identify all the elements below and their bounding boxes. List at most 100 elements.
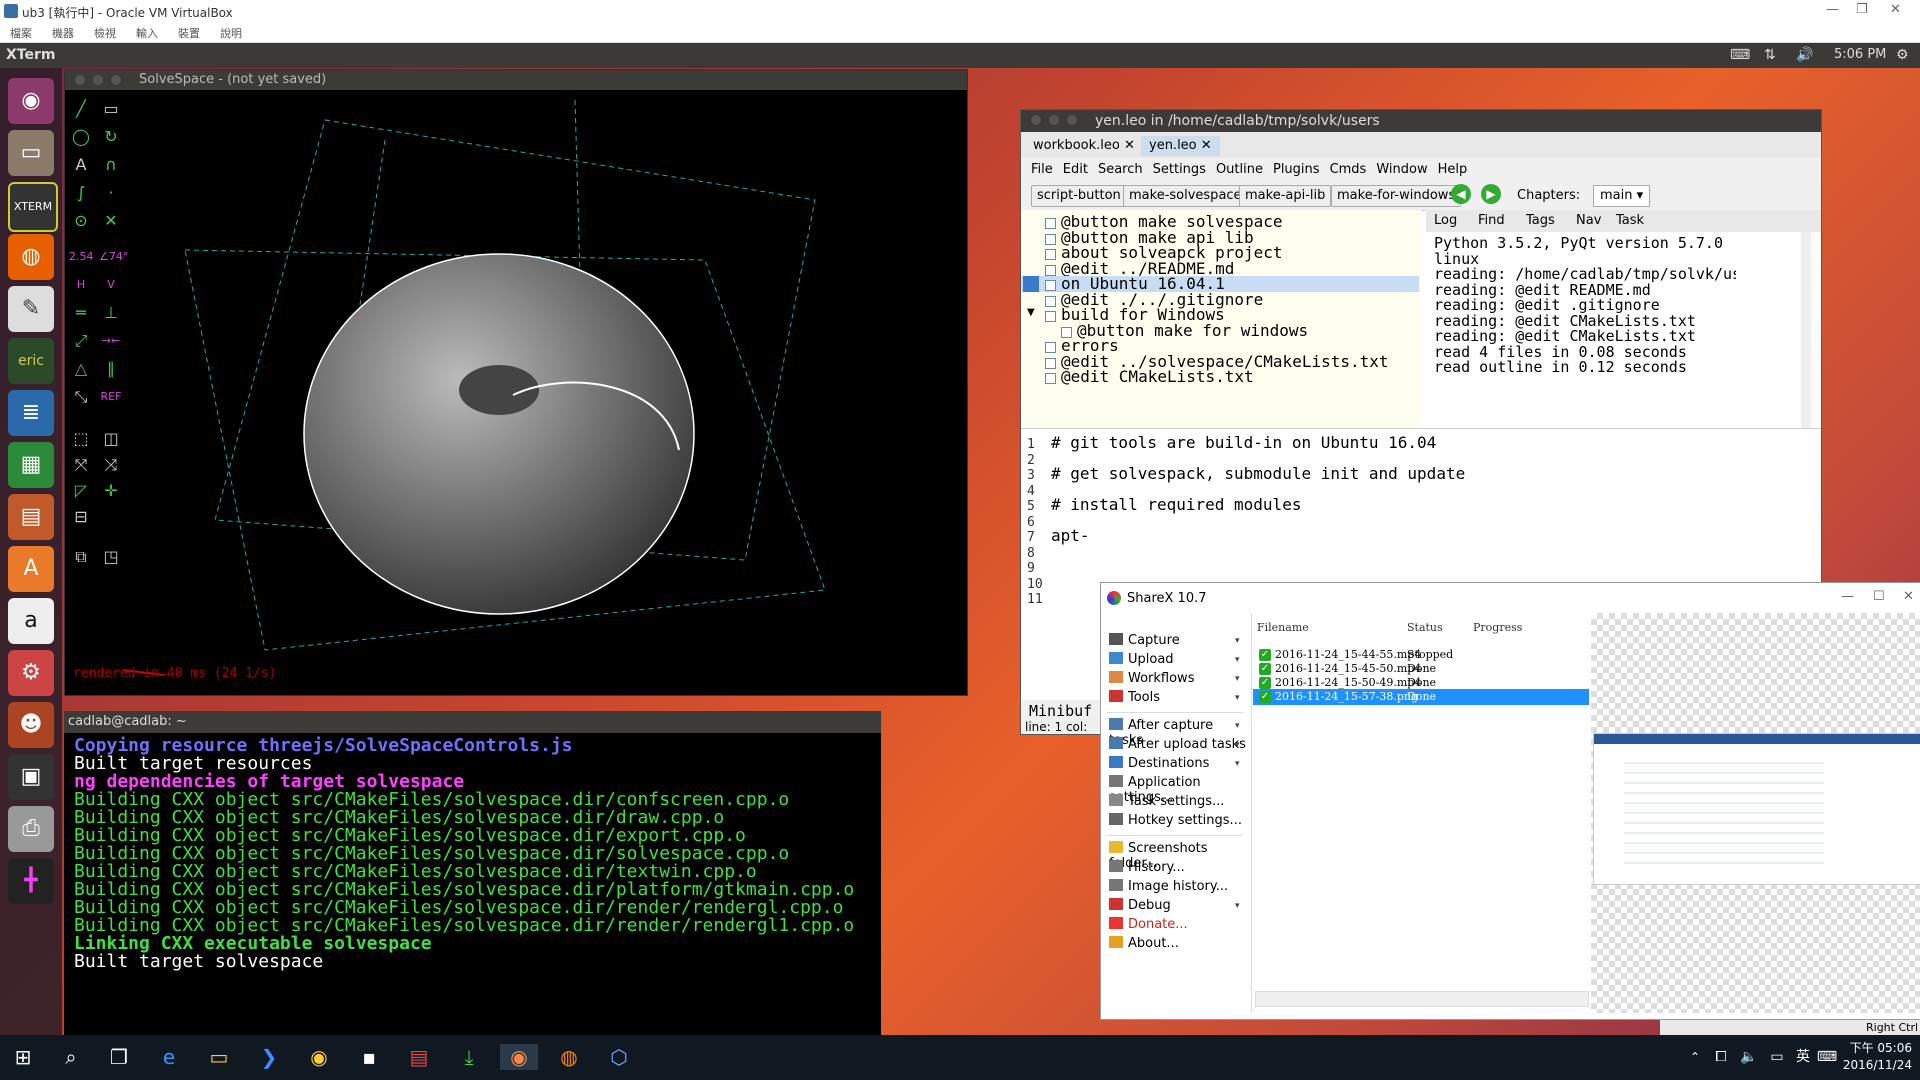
file-explorer-icon[interactable]: ▭	[206, 1044, 232, 1070]
menu-cmds[interactable]: Cmds	[1330, 162, 1367, 177]
check-icon[interactable]: ✓	[1259, 677, 1271, 689]
sharex-menu-donate[interactable]: Donate...	[1109, 917, 1188, 932]
ime-mode-icon[interactable]: ⌨	[1814, 1044, 1840, 1070]
on-point-constraint-icon[interactable]: ⤢	[69, 330, 93, 352]
sharex-menu-history[interactable]: History...	[1109, 860, 1185, 875]
solvespace-canvas[interactable]	[65, 90, 967, 695]
keyboard-icon[interactable]: ⌨	[1730, 47, 1750, 63]
check-icon[interactable]: ✓	[1259, 663, 1271, 675]
leo-log-pane[interactable]: Python 3.5.2, PyQt version 5.7.0 linux rea…	[1426, 232, 1736, 428]
node-icon[interactable]	[1045, 249, 1056, 260]
point-tool-icon[interactable]: ·	[99, 182, 123, 204]
body-line[interactable]: # get solvespack, submodule init and upd…	[1051, 464, 1465, 483]
text-editor-icon[interactable]: ✎	[8, 286, 54, 332]
network-icon[interactable]: ⇅	[1764, 47, 1776, 63]
minimize-button[interactable]	[1049, 115, 1059, 125]
sharex-menu-task-settings[interactable]: Task settings...	[1109, 794, 1224, 809]
outline-node[interactable]: @edit CMakeLists.txt	[1061, 367, 1254, 386]
menu-window[interactable]: Window	[1376, 162, 1427, 177]
xterm-window[interactable]: cadlab@cadlab: ~ Copying resource threej…	[64, 711, 881, 1035]
tab-yen[interactable]: yen.leo ✕	[1141, 136, 1220, 156]
sharex-menu-workflows[interactable]: Workflows	[1109, 671, 1194, 686]
close-button[interactable]: ✕	[1903, 589, 1914, 604]
parallel-lines-icon[interactable]: ∥	[99, 358, 123, 380]
rectangle-tool-icon[interactable]: ▭	[99, 98, 123, 120]
minimize-button[interactable]: —	[1826, 2, 1839, 17]
symmetric-constraint-icon[interactable]: △	[69, 358, 93, 380]
menu-devices[interactable]: 裝置	[178, 25, 200, 41]
menu-help[interactable]: Help	[1438, 162, 1468, 177]
horizontal-scrollbar[interactable]	[1255, 991, 1589, 1007]
solvespace-icon[interactable]: ╋	[8, 858, 54, 904]
column-status[interactable]: Status	[1407, 621, 1443, 634]
distance-constraint-icon[interactable]: 2.54	[69, 246, 94, 268]
chapters-select[interactable]: main ▾	[1593, 185, 1651, 207]
axis-icon[interactable]: ✛	[99, 480, 123, 502]
node-icon[interactable]	[1045, 311, 1056, 322]
menu-outline[interactable]: Outline	[1216, 162, 1263, 177]
sharex-menu-about[interactable]: About...	[1109, 936, 1179, 951]
minimize-button[interactable]: —	[1841, 589, 1854, 604]
menu-machine[interactable]: 機器	[52, 25, 74, 41]
tray-chevron-icon[interactable]: ⌃	[1682, 1044, 1708, 1070]
sharex-menu-upload[interactable]: Upload	[1109, 652, 1174, 667]
menu-settings[interactable]: Settings	[1153, 162, 1206, 177]
minibuffer-label[interactable]: Minibuf	[1029, 702, 1092, 720]
node-icon[interactable]	[1045, 280, 1056, 291]
powershell-icon[interactable]: ❯	[256, 1044, 282, 1070]
xterm-icon[interactable]: XTERM	[8, 182, 58, 232]
close-button[interactable]	[75, 75, 85, 85]
network-icon[interactable]: ⧠	[1708, 1044, 1734, 1070]
panel-clock[interactable]: 5:06 PM	[1834, 47, 1886, 62]
menu-input[interactable]: 輸入	[136, 25, 158, 41]
search-icon[interactable]: ⌕	[58, 1044, 84, 1070]
arc-tool-icon[interactable]: ↻	[99, 126, 123, 148]
tangent-arc-tool-icon[interactable]: ∩	[99, 154, 123, 176]
node-icon[interactable]	[1045, 342, 1056, 353]
maximize-button[interactable]: ❐	[1856, 2, 1868, 17]
printer-icon[interactable]: ⎙	[8, 806, 54, 852]
sharex-menu-tools[interactable]: Tools	[1109, 690, 1160, 705]
text-tool-icon[interactable]: A	[69, 154, 93, 176]
nearest-ortho-icon[interactable]: ⧉	[69, 546, 93, 568]
notification-icon[interactable]: ▭	[1764, 1044, 1790, 1070]
other-constraint-icon[interactable]: ⤡	[69, 386, 93, 408]
tab-tags[interactable]: Tags	[1526, 213, 1555, 228]
back-arrow-icon[interactable]: ◀	[1451, 184, 1471, 204]
edge-icon[interactable]: e	[156, 1044, 182, 1070]
menu-file[interactable]: 檔案	[10, 25, 32, 41]
menu-view[interactable]: 檢視	[94, 25, 116, 41]
node-icon[interactable]	[1045, 264, 1056, 276]
volume-icon[interactable]: 🔊	[1796, 47, 1813, 63]
circle-tool-icon[interactable]: ◯	[69, 126, 93, 148]
sharex-task-list[interactable]: Filename Status Progress ✓ 2016-11-24_15-…	[1253, 613, 1589, 1009]
body-line[interactable]: # git tools are build-in on Ubuntu 16.04	[1051, 433, 1436, 452]
tab-log[interactable]: Log	[1434, 213, 1457, 228]
check-icon[interactable]: ✓	[1259, 691, 1271, 703]
amazon-icon[interactable]: a	[8, 598, 54, 644]
node-icon[interactable]	[1045, 357, 1056, 369]
step-rotate-icon[interactable]: ⤨	[99, 454, 123, 476]
import-icon[interactable]: ⊟	[69, 506, 93, 528]
sharex-menu-debug[interactable]: Debug	[1109, 898, 1171, 913]
extrude-icon[interactable]: ⬚	[69, 428, 93, 450]
ubuntu-dash-icon[interactable]: ◉	[8, 78, 54, 124]
chrome-icon[interactable]: ◉	[306, 1044, 332, 1070]
nearest-iso-icon[interactable]: ◳	[99, 546, 123, 568]
node-icon[interactable]	[1045, 295, 1056, 307]
sharex-menu-destinations[interactable]: Destinations	[1109, 756, 1209, 771]
check-icon[interactable]: ✓	[1259, 649, 1271, 661]
pdf-icon[interactable]: ▤	[406, 1044, 432, 1070]
column-filename[interactable]: Filename	[1257, 621, 1309, 634]
node-icon[interactable]	[1045, 233, 1056, 245]
horizontal-constraint-icon[interactable]: H	[69, 274, 93, 296]
firefox-icon[interactable]: ◍	[556, 1044, 582, 1070]
writer-icon[interactable]: ≣	[8, 390, 54, 436]
download-icon[interactable]: ⤓	[456, 1044, 482, 1070]
equal-constraint-icon[interactable]: →←	[99, 330, 123, 352]
spline-tool-icon[interactable]: ∫	[69, 182, 93, 204]
windows-start-icon[interactable]: ⊞	[10, 1044, 36, 1070]
vertical-constraint-icon[interactable]: V	[99, 274, 123, 296]
software-center-icon[interactable]: A	[8, 546, 54, 592]
reference-icon[interactable]: REF	[99, 386, 123, 408]
